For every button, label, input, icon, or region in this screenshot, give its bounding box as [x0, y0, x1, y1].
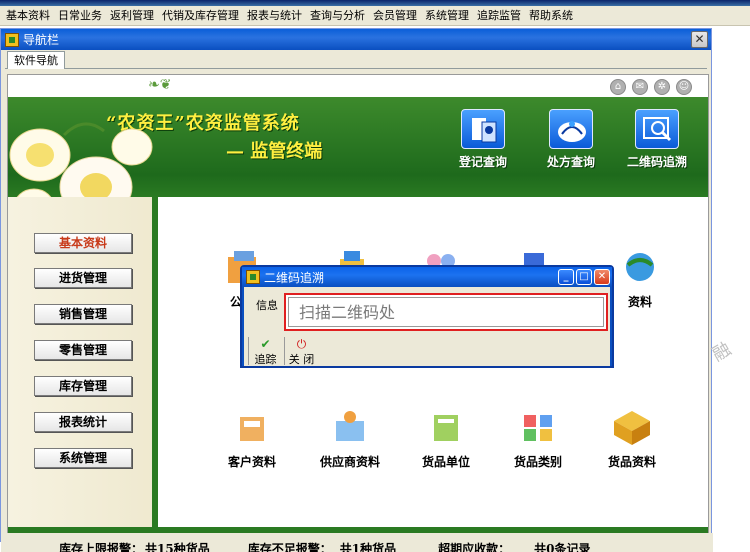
tile-label: 货品单位 — [421, 455, 470, 469]
menu-item-daily-business[interactable]: 日常业务 — [54, 6, 106, 26]
prescription-query-icon — [549, 109, 593, 149]
stock-upper-alert-value[interactable]: 共15种货品 — [145, 540, 210, 552]
sidebar-item-sales[interactable]: 销售管理 — [34, 304, 132, 324]
maximize-icon[interactable]: □ — [576, 269, 592, 285]
quick-link-label: 登记查询 — [458, 155, 507, 169]
register-query-icon — [461, 109, 505, 149]
close-icon[interactable]: ✕ — [691, 31, 708, 48]
menu-item-reports[interactable]: 报表与统计 — [243, 6, 306, 26]
app-icon — [5, 32, 19, 47]
tab-software-navigation[interactable]: 软件导航 — [7, 51, 65, 69]
tile-category[interactable]: 货品类别 — [490, 407, 586, 470]
navigation-window-title: 导航栏 — [23, 33, 60, 47]
supplier-icon — [328, 407, 372, 447]
leaf-ornament-icon: ❧❦ — [148, 77, 172, 93]
tile-customer[interactable]: 客户资料 — [204, 407, 300, 470]
qrcode-scan-input[interactable] — [288, 297, 604, 327]
dialog-title: 二维码追溯 — [264, 270, 325, 285]
tile-supplier[interactable]: 供应商资料 — [302, 407, 398, 470]
app-root: 基本资料 日常业务 返利管理 代销及库存管理 报表与统计 查询与分析 会员管理 … — [0, 0, 750, 552]
sidebar-item-system[interactable]: 系统管理 — [34, 448, 132, 468]
smile-icon[interactable]: ☺ — [676, 79, 692, 95]
mail-icon[interactable]: ✉ — [632, 79, 648, 95]
tile-label: 货品资料 — [607, 455, 656, 469]
overdue-receivable-label: 超期应收款： — [438, 541, 511, 552]
stock-lower-alert-value[interactable]: 共1种货品 — [340, 540, 396, 552]
top-icon-group: ⌂ ✉ ✲ ☺ — [610, 79, 692, 95]
menu-bar: 基本资料 日常业务 返利管理 代销及库存管理 报表与统计 查询与分析 会员管理 … — [0, 6, 750, 26]
menu-item-help[interactable]: 帮助系统 — [525, 6, 577, 26]
quick-link-label: 处方查询 — [546, 155, 595, 169]
quick-link-prescription-query[interactable]: 处方查询 — [528, 109, 614, 170]
stock-upper-alert-label: 库存上限报警： — [59, 541, 144, 552]
customer-icon — [230, 407, 274, 447]
system-subtitle: — 监管终端 — [226, 141, 323, 162]
quick-link-label: 二维码追溯 — [626, 155, 687, 169]
quick-link-qrcode-trace[interactable]: 二维码追溯 — [614, 109, 700, 170]
trace-button-label: 追踪 — [254, 353, 277, 366]
left-panel: 基本资料 进货管理 销售管理 零售管理 库存管理 报表统计 系统管理 — [8, 197, 158, 527]
info-label: 信息 — [256, 299, 278, 312]
tile-goods[interactable]: 货品资料 — [584, 407, 680, 470]
qrcode-trace-icon — [635, 109, 679, 149]
sidebar-item-report-stats[interactable]: 报表统计 — [34, 412, 132, 432]
tile-label: 客户资料 — [227, 455, 276, 469]
menu-item-query-analysis[interactable]: 查询与分析 — [306, 6, 369, 26]
menu-item-system[interactable]: 系统管理 — [421, 6, 473, 26]
tab-bar: 软件导航 — [5, 51, 707, 69]
category-icon — [516, 407, 560, 447]
tile-label: 供应商资料 — [319, 455, 380, 469]
menu-item-trace-supervision[interactable]: 追踪监管 — [473, 6, 525, 26]
globe-icon — [618, 247, 662, 287]
trace-button[interactable]: ✔ 追踪 — [248, 337, 282, 366]
sidebar-item-inventory[interactable]: 库存管理 — [34, 376, 132, 396]
qrcode-trace-dialog: 二维码追溯 _ □ ✕ 信息 ✔ 追踪 ⏻ 关 闭 — [240, 265, 614, 368]
menu-item-rebate[interactable]: 返利管理 — [106, 6, 158, 26]
checkmark-icon: ✔ — [260, 337, 271, 351]
quick-link-register-query[interactable]: 登记查询 — [440, 109, 526, 170]
menu-item-members[interactable]: 会员管理 — [369, 6, 421, 26]
app-icon — [246, 270, 260, 284]
goods-icon — [610, 407, 654, 447]
minimize-icon[interactable]: _ — [558, 269, 574, 285]
left-panel-divider — [152, 197, 158, 527]
menu-item-basic-data[interactable]: 基本资料 — [2, 6, 54, 26]
status-bar: 库存上限报警： 共15种货品 库存不足报警： 共1种货品 超期应收款： 共0条记… — [1, 533, 713, 552]
power-off-icon: ⏻ — [296, 337, 307, 351]
dialog-toolbar: ✔ 追踪 ⏻ 关 闭 — [248, 337, 318, 366]
dialog-body: 信息 ✔ 追踪 ⏻ 关 闭 — [244, 287, 610, 366]
close-button[interactable]: ⏻ 关 闭 — [284, 337, 318, 366]
close-button-label: 关 闭 — [288, 353, 315, 366]
unit-icon — [424, 407, 468, 447]
close-icon[interactable]: ✕ — [594, 269, 610, 285]
sidebar-item-purchase[interactable]: 进货管理 — [34, 268, 132, 288]
settings-icon[interactable]: ✲ — [654, 79, 670, 95]
sidebar-item-retail[interactable]: 零售管理 — [34, 340, 132, 360]
qrcode-input-highlight — [284, 293, 608, 331]
menu-item-consignment-stock[interactable]: 代销及库存管理 — [158, 6, 243, 26]
home-icon[interactable]: ⌂ — [610, 79, 626, 95]
sidebar-item-basic-data[interactable]: 基本资料 — [34, 233, 132, 253]
dialog-titlebar[interactable]: 二维码追溯 _ □ ✕ — [242, 267, 612, 287]
stock-lower-alert-label: 库存不足报警： — [247, 541, 332, 552]
tile-label: 货品类别 — [513, 455, 562, 469]
dialog-window-controls: _ □ ✕ — [558, 269, 610, 285]
tile-unit[interactable]: 货品单位 — [398, 407, 494, 470]
navigation-window-titlebar[interactable]: 导航栏 ✕ — [1, 29, 711, 50]
overdue-receivable-value[interactable]: 共0条记录 — [534, 540, 590, 552]
